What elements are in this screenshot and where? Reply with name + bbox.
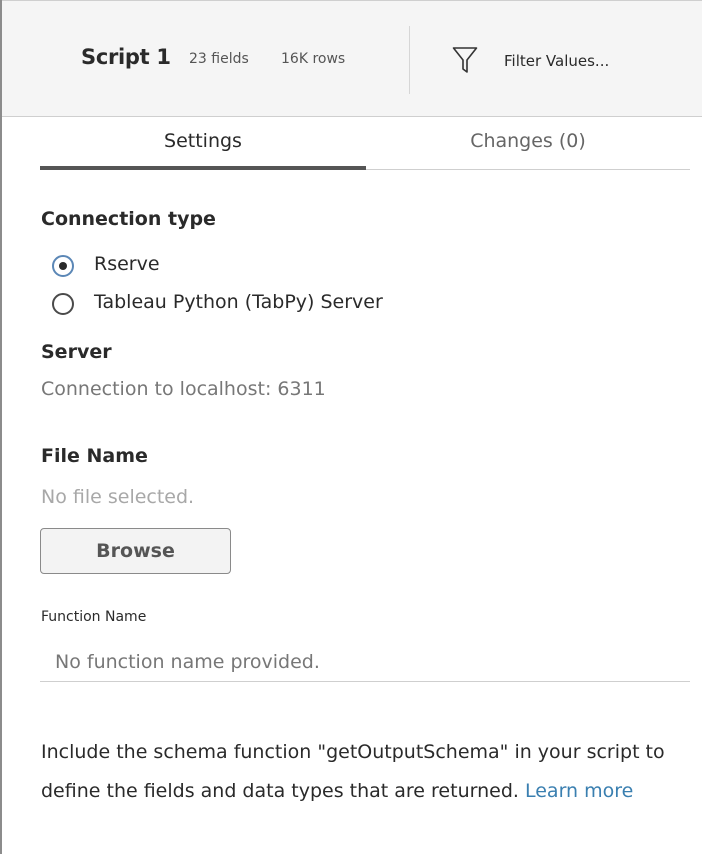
row-count: 16K rows xyxy=(281,51,346,67)
file-name-heading: File Name xyxy=(41,445,148,467)
browse-button-label: Browse xyxy=(96,540,175,562)
step-title: Script 1 xyxy=(81,45,171,69)
server-heading: Server xyxy=(41,341,112,363)
learn-more-link[interactable]: Learn more xyxy=(525,780,633,802)
connection-type-heading: Connection type xyxy=(41,208,216,230)
radio-dot xyxy=(59,262,67,270)
filter-icon xyxy=(452,47,478,73)
tab-changes[interactable]: Changes (0) xyxy=(366,118,690,170)
filter-values-button[interactable]: Filter Values... xyxy=(447,39,657,83)
radio-unselected-icon xyxy=(52,293,74,315)
schema-info-text: Include the schema function "getOutputSc… xyxy=(41,733,701,811)
tab-changes-label: Changes (0) xyxy=(470,130,586,152)
file-name-placeholder: No file selected. xyxy=(41,486,195,508)
script-settings-panel: Script 1 23 fields 16K rows Filter Value… xyxy=(0,0,702,854)
tab-settings[interactable]: Settings xyxy=(40,118,366,170)
header-divider xyxy=(409,26,410,94)
function-name-label: Function Name xyxy=(41,609,147,625)
server-connection-text: Connection to localhost: 6311 xyxy=(41,378,326,400)
browse-button[interactable]: Browse xyxy=(40,528,231,574)
step-header: Script 1 23 fields 16K rows Filter Value… xyxy=(2,0,702,117)
radio-tabpy-label: Tableau Python (TabPy) Server xyxy=(94,291,383,313)
radio-selected-icon xyxy=(52,255,74,277)
active-tab-indicator xyxy=(40,166,366,170)
function-name-input[interactable] xyxy=(40,642,690,682)
field-count: 23 fields xyxy=(189,51,249,67)
filter-values-label: Filter Values... xyxy=(504,52,610,70)
tab-settings-label: Settings xyxy=(164,130,242,152)
radio-rserve-label: Rserve xyxy=(94,253,160,275)
